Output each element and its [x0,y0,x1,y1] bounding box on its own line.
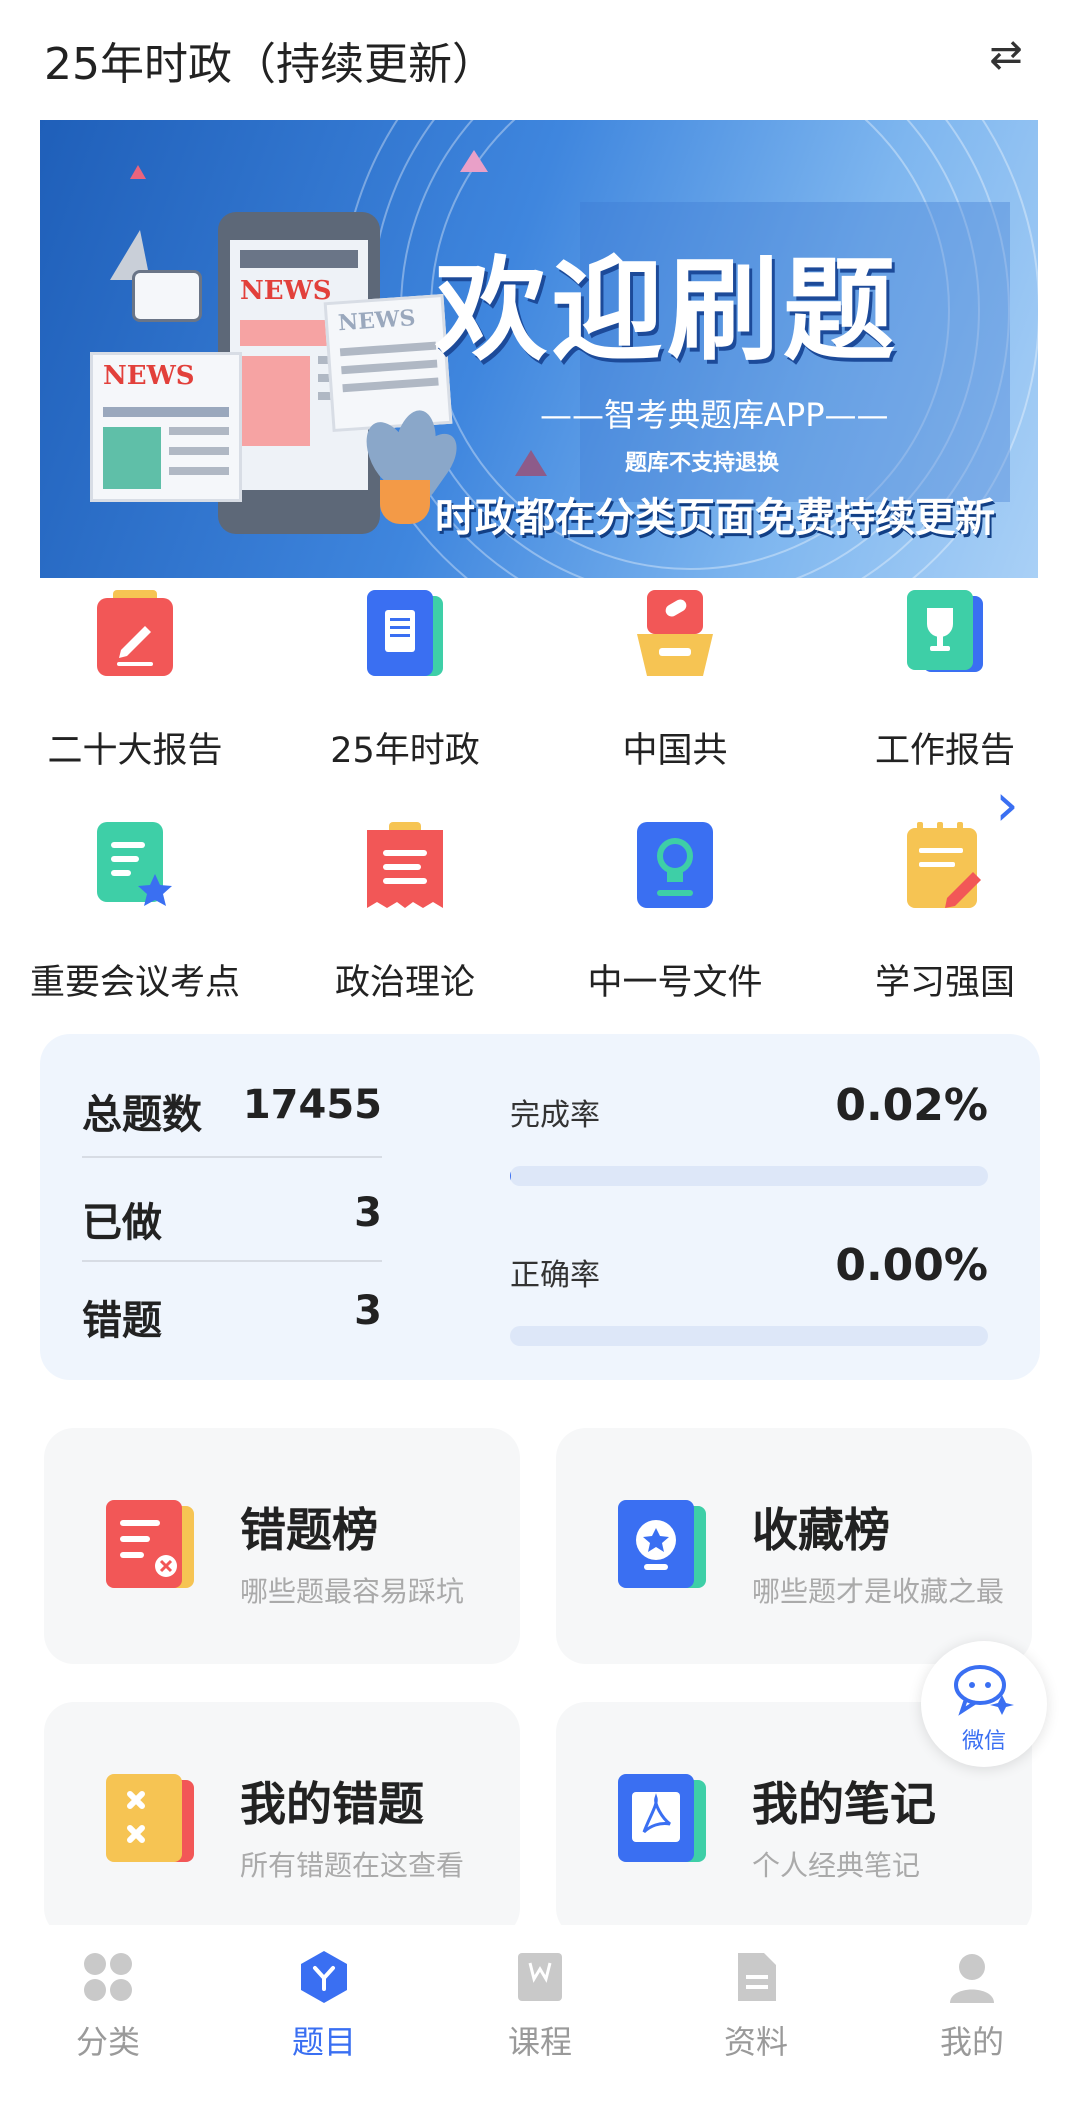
favorite-star-icon [618,1500,706,1588]
card-subtitle: 所有错题在这查看 [240,1849,465,1882]
user-icon [950,1954,994,2003]
stat-done-value: 3 [354,1190,382,1236]
bulb-book-icon [637,822,713,908]
wrong-list-icon [106,1500,194,1588]
stat-wrong-label: 错题 [82,1298,162,1344]
banner-note: 题库不支持退换 [625,451,780,476]
stat-total-value: 17455 [242,1082,382,1128]
wechat-chat-icon [954,1665,1014,1716]
category-item[interactable]: 政治理论 [270,822,540,1012]
card-title: 错题榜 [240,1503,378,1557]
news-label: NEWS [103,361,195,391]
speech-bubble-icon [132,270,202,322]
favorite-ranking-card[interactable]: 收藏榜 哪些题才是收藏之最 [556,1428,1032,1664]
news-label: NEWS [337,305,417,337]
stat-total-label: 总题数 [82,1092,202,1138]
completion-label: 完成率 [510,1098,600,1133]
hexagon-y-icon [301,1951,347,2003]
divider [82,1156,382,1158]
category-item[interactable]: 学习强国 [810,822,1080,1012]
tab-label: 我的 [939,2023,1004,2061]
category-item[interactable]: 二十大报告 [0,590,270,780]
banner-subtitle: ——智考典题库APP—— [540,396,889,434]
stat-total: 总题数 17455 [82,1082,382,1142]
card-title: 我的笔记 [752,1777,936,1831]
plant-pot-illustration [380,480,430,524]
category-label: 二十大报告 [47,731,223,771]
card-title: 收藏榜 [752,1503,890,1557]
category-label: 25年时政 [330,731,480,771]
stat-done-label: 已做 [82,1200,162,1246]
stats-panel: 总题数 17455 已做 3 错题 3 完成率 0.02% 正确率 0.00% [40,1034,1040,1380]
banner-headline: 欢迎刷题 [435,245,899,376]
wechat-label: 微信 [961,1729,1006,1754]
tab-questions[interactable]: 题目 [216,1951,432,2081]
category-label: 中一号文件 [587,963,763,1003]
news-label: NEWS [240,276,332,306]
category-label: 政治理论 [334,963,475,1003]
gem-decoration [130,165,146,179]
card-title: 我的错题 [240,1777,424,1831]
bottom-tab-bar: 分类 题目 课程 资料 我的 [0,1925,1080,2121]
tab-label: 资料 [723,2023,788,2061]
document-icon [367,590,443,676]
banner[interactable]: NEWS NEWS NEWS 欢迎刷题 ——智考典题库APP—— 题库不支持退换… [40,120,1038,578]
tab-materials[interactable]: 资料 [648,1951,864,2081]
accuracy-progress-bar [510,1326,988,1346]
category-label: 中国共 [622,731,728,771]
stat-done: 已做 3 [82,1190,382,1250]
category-label: 学习强国 [874,963,1015,1003]
wrong-ranking-card[interactable]: 错题榜 哪些题最容易踩坑 [44,1428,520,1664]
header: 25年时政（持续更新） ⇄ [0,0,1080,110]
newspaper-illustration: NEWS [323,293,453,433]
wechat-button[interactable]: 微信 [921,1641,1047,1767]
report-pencil-icon [97,590,173,676]
file-icon [738,1953,776,2001]
accuracy-rate: 正确率 0.00% [510,1240,988,1350]
tab-category[interactable]: 分类 [0,1951,216,2081]
note-pdf-icon [618,1774,706,1862]
divider [82,1260,382,1262]
category-item[interactable]: 重要会议考点 [0,822,270,1012]
completion-progress-bar [510,1166,988,1186]
category-item[interactable]: 25年时政 [270,590,540,780]
category-item[interactable]: 中一号文件 [540,822,810,1012]
category-label: 工作报告 [874,731,1015,771]
clipboard-icon [367,822,443,908]
scroll-box-icon [637,590,713,676]
note-star-icon [97,822,172,906]
tab-label: 课程 [507,2023,572,2061]
newspaper-illustration: NEWS [90,352,242,502]
wrong-x-icon [106,1774,194,1862]
notepad-pencil-icon [907,822,981,908]
trophy-icon [907,590,983,672]
swap-icon[interactable]: ⇄ [976,30,1036,80]
card-subtitle: 个人经典笔记 [752,1849,921,1882]
category-item[interactable]: 中国共 [540,590,810,780]
grid-icon [84,1953,132,2001]
banner-tagline: 时政都在分类页面免费持续更新 [435,495,995,541]
stat-wrong: 错题 3 [82,1288,382,1348]
gem-decoration [460,150,488,172]
tab-mine[interactable]: 我的 [864,1951,1080,2081]
book-w-icon [518,1953,562,2001]
gem-decoration [515,450,547,476]
card-subtitle: 哪些题最容易踩坑 [240,1575,465,1608]
chevron-right-icon[interactable]: › [995,775,1035,835]
tab-courses[interactable]: 课程 [432,1951,648,2081]
category-item[interactable]: 工作报告 [810,590,1080,780]
accuracy-label: 正确率 [510,1258,600,1293]
completion-value: 0.02% [835,1080,988,1131]
tab-label: 题目 [291,2023,356,2061]
completion-rate: 完成率 0.02% [510,1080,988,1190]
accuracy-value: 0.00% [835,1240,988,1291]
card-subtitle: 哪些题才是收藏之最 [752,1575,1005,1608]
category-label: 重要会议考点 [29,963,240,1003]
my-wrong-card[interactable]: 我的错题 所有错题在这查看 [44,1702,520,1938]
page-title: 25年时政（持续更新） [44,39,496,90]
tab-label: 分类 [75,2023,140,2061]
stat-wrong-value: 3 [354,1288,382,1334]
